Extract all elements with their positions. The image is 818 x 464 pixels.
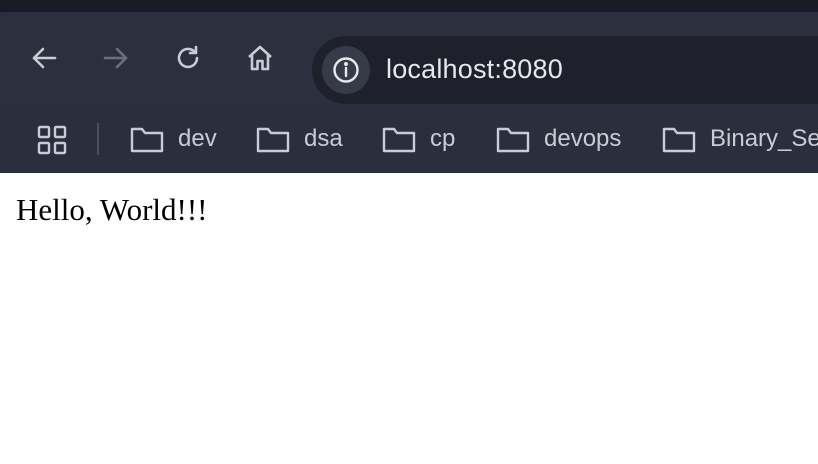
bookmark-label: dsa [304, 125, 343, 152]
info-icon [333, 57, 359, 83]
folder-icon [662, 127, 696, 153]
apps-button[interactable] [32, 120, 72, 160]
bookmarks-bar: dev dsa cp devops Binary_Se [0, 106, 818, 173]
folder-icon [382, 127, 416, 153]
bookmark-binary-se[interactable]: Binary_Se [662, 120, 818, 158]
arrow-right-icon [103, 47, 128, 69]
bookmark-dsa[interactable]: dsa [256, 120, 343, 158]
toolbar: localhost:8080 [0, 12, 818, 106]
bookmark-dev[interactable]: dev [130, 120, 217, 158]
reload-icon [177, 45, 199, 69]
body-text: Hello, World!!! [16, 192, 208, 227]
folder-icon [256, 127, 290, 153]
back-button[interactable] [26, 40, 62, 76]
arrow-left-icon [32, 47, 57, 69]
apps-grid-icon [37, 125, 67, 155]
site-info-button[interactable] [322, 46, 370, 94]
bookmark-label: devops [544, 125, 622, 152]
bookmarks-separator [97, 123, 99, 155]
bookmark-label: Binary_Se [710, 125, 818, 152]
bookmark-devops[interactable]: devops [496, 120, 621, 158]
address-bar[interactable]: localhost:8080 [312, 36, 818, 104]
url-text[interactable]: localhost:8080 [386, 56, 563, 83]
reload-button[interactable] [170, 40, 206, 76]
forward-button[interactable] [98, 40, 134, 76]
bookmark-label: dev [178, 125, 217, 152]
home-button[interactable] [242, 40, 278, 76]
page-content: Hello, World!!! [0, 173, 818, 464]
bookmark-cp[interactable]: cp [382, 120, 455, 158]
browser-chrome: localhost:8080 dev dsa cp devops Binary_… [0, 0, 818, 173]
tab-strip [0, 0, 818, 12]
folder-icon [130, 127, 164, 153]
bookmark-label: cp [430, 125, 456, 152]
home-icon [248, 45, 272, 71]
folder-icon [496, 127, 530, 153]
